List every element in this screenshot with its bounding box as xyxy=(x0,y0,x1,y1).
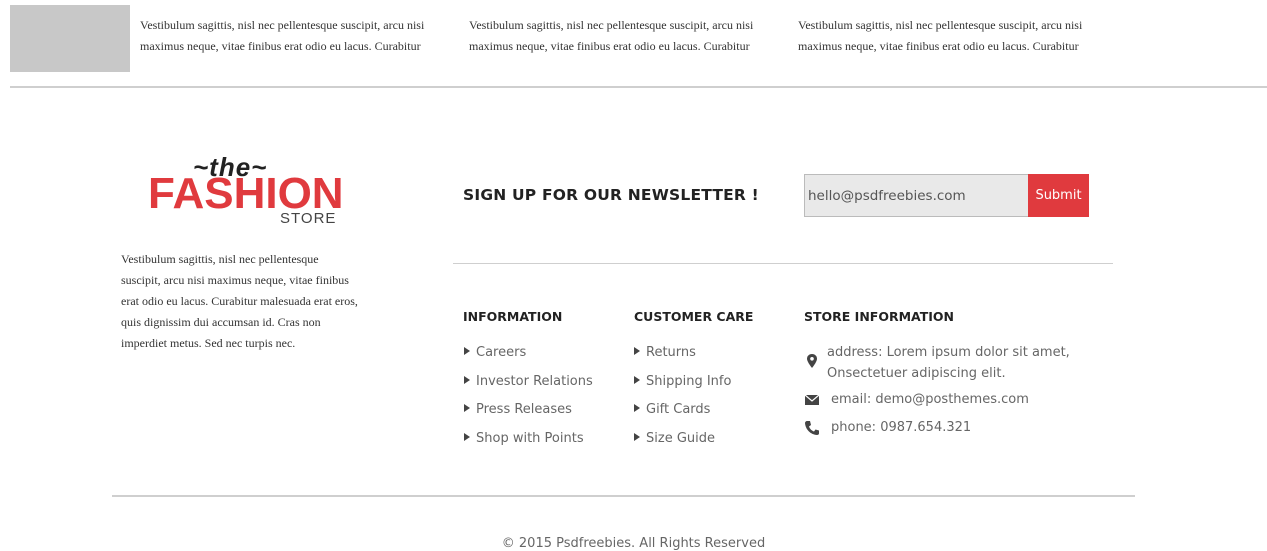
store-information-title: STORE INFORMATION xyxy=(804,309,954,324)
caret-right-icon xyxy=(464,433,470,441)
information-title: INFORMATION xyxy=(463,309,563,324)
caret-right-icon xyxy=(464,347,470,355)
store-email[interactable]: email: demo@posthemes.com xyxy=(831,389,1029,410)
map-pin-icon xyxy=(807,354,817,368)
customer-care-title: CUSTOMER CARE xyxy=(634,309,754,324)
post-excerpt-2: Vestibulum sagittis, nisl nec pellentesq… xyxy=(469,18,754,53)
phone-icon xyxy=(805,421,819,435)
envelope-icon xyxy=(804,394,820,405)
link-press-releases[interactable]: Press Releases xyxy=(464,402,572,417)
newsletter-email-input[interactable] xyxy=(804,174,1028,217)
link-careers[interactable]: Careers xyxy=(464,345,526,360)
caret-right-icon xyxy=(464,404,470,412)
fashion-store-logo[interactable]: ~the~ FASHION STORE xyxy=(148,152,344,230)
link-size-guide[interactable]: Size Guide xyxy=(634,431,715,446)
store-address: address: Lorem ipsum dolor sit amet, Ons… xyxy=(827,345,1070,381)
about-text: Vestibulum sagittis, nisl nec pellentesq… xyxy=(121,252,358,350)
logo-store: STORE xyxy=(280,210,337,227)
post-excerpt-3: Vestibulum sagittis, nisl nec pellentesq… xyxy=(798,18,1083,53)
bottom-divider xyxy=(112,495,1135,497)
newsletter-submit-button[interactable]: Submit xyxy=(1028,174,1089,217)
newsletter-divider xyxy=(453,263,1113,264)
caret-right-icon xyxy=(464,376,470,384)
link-investor-relations[interactable]: Investor Relations xyxy=(464,374,593,389)
link-gift-cards[interactable]: Gift Cards xyxy=(634,402,710,417)
post-thumbnail[interactable] xyxy=(10,5,130,72)
link-shop-with-points[interactable]: Shop with Points xyxy=(464,431,584,446)
caret-right-icon xyxy=(634,347,640,355)
post-excerpt-1: Vestibulum sagittis, nisl nec pellentesq… xyxy=(140,18,425,53)
link-returns[interactable]: Returns xyxy=(634,345,696,360)
newsletter-title: SIGN UP FOR OUR NEWSLETTER ! xyxy=(463,186,759,204)
caret-right-icon xyxy=(634,433,640,441)
caret-right-icon xyxy=(634,376,640,384)
caret-right-icon xyxy=(634,404,640,412)
copyright-text: © 2015 Psdfreebies. All Rights Reserved xyxy=(501,536,766,551)
top-divider xyxy=(10,86,1267,88)
link-shipping-info[interactable]: Shipping Info xyxy=(634,374,731,389)
store-phone[interactable]: phone: 0987.654.321 xyxy=(831,417,971,438)
